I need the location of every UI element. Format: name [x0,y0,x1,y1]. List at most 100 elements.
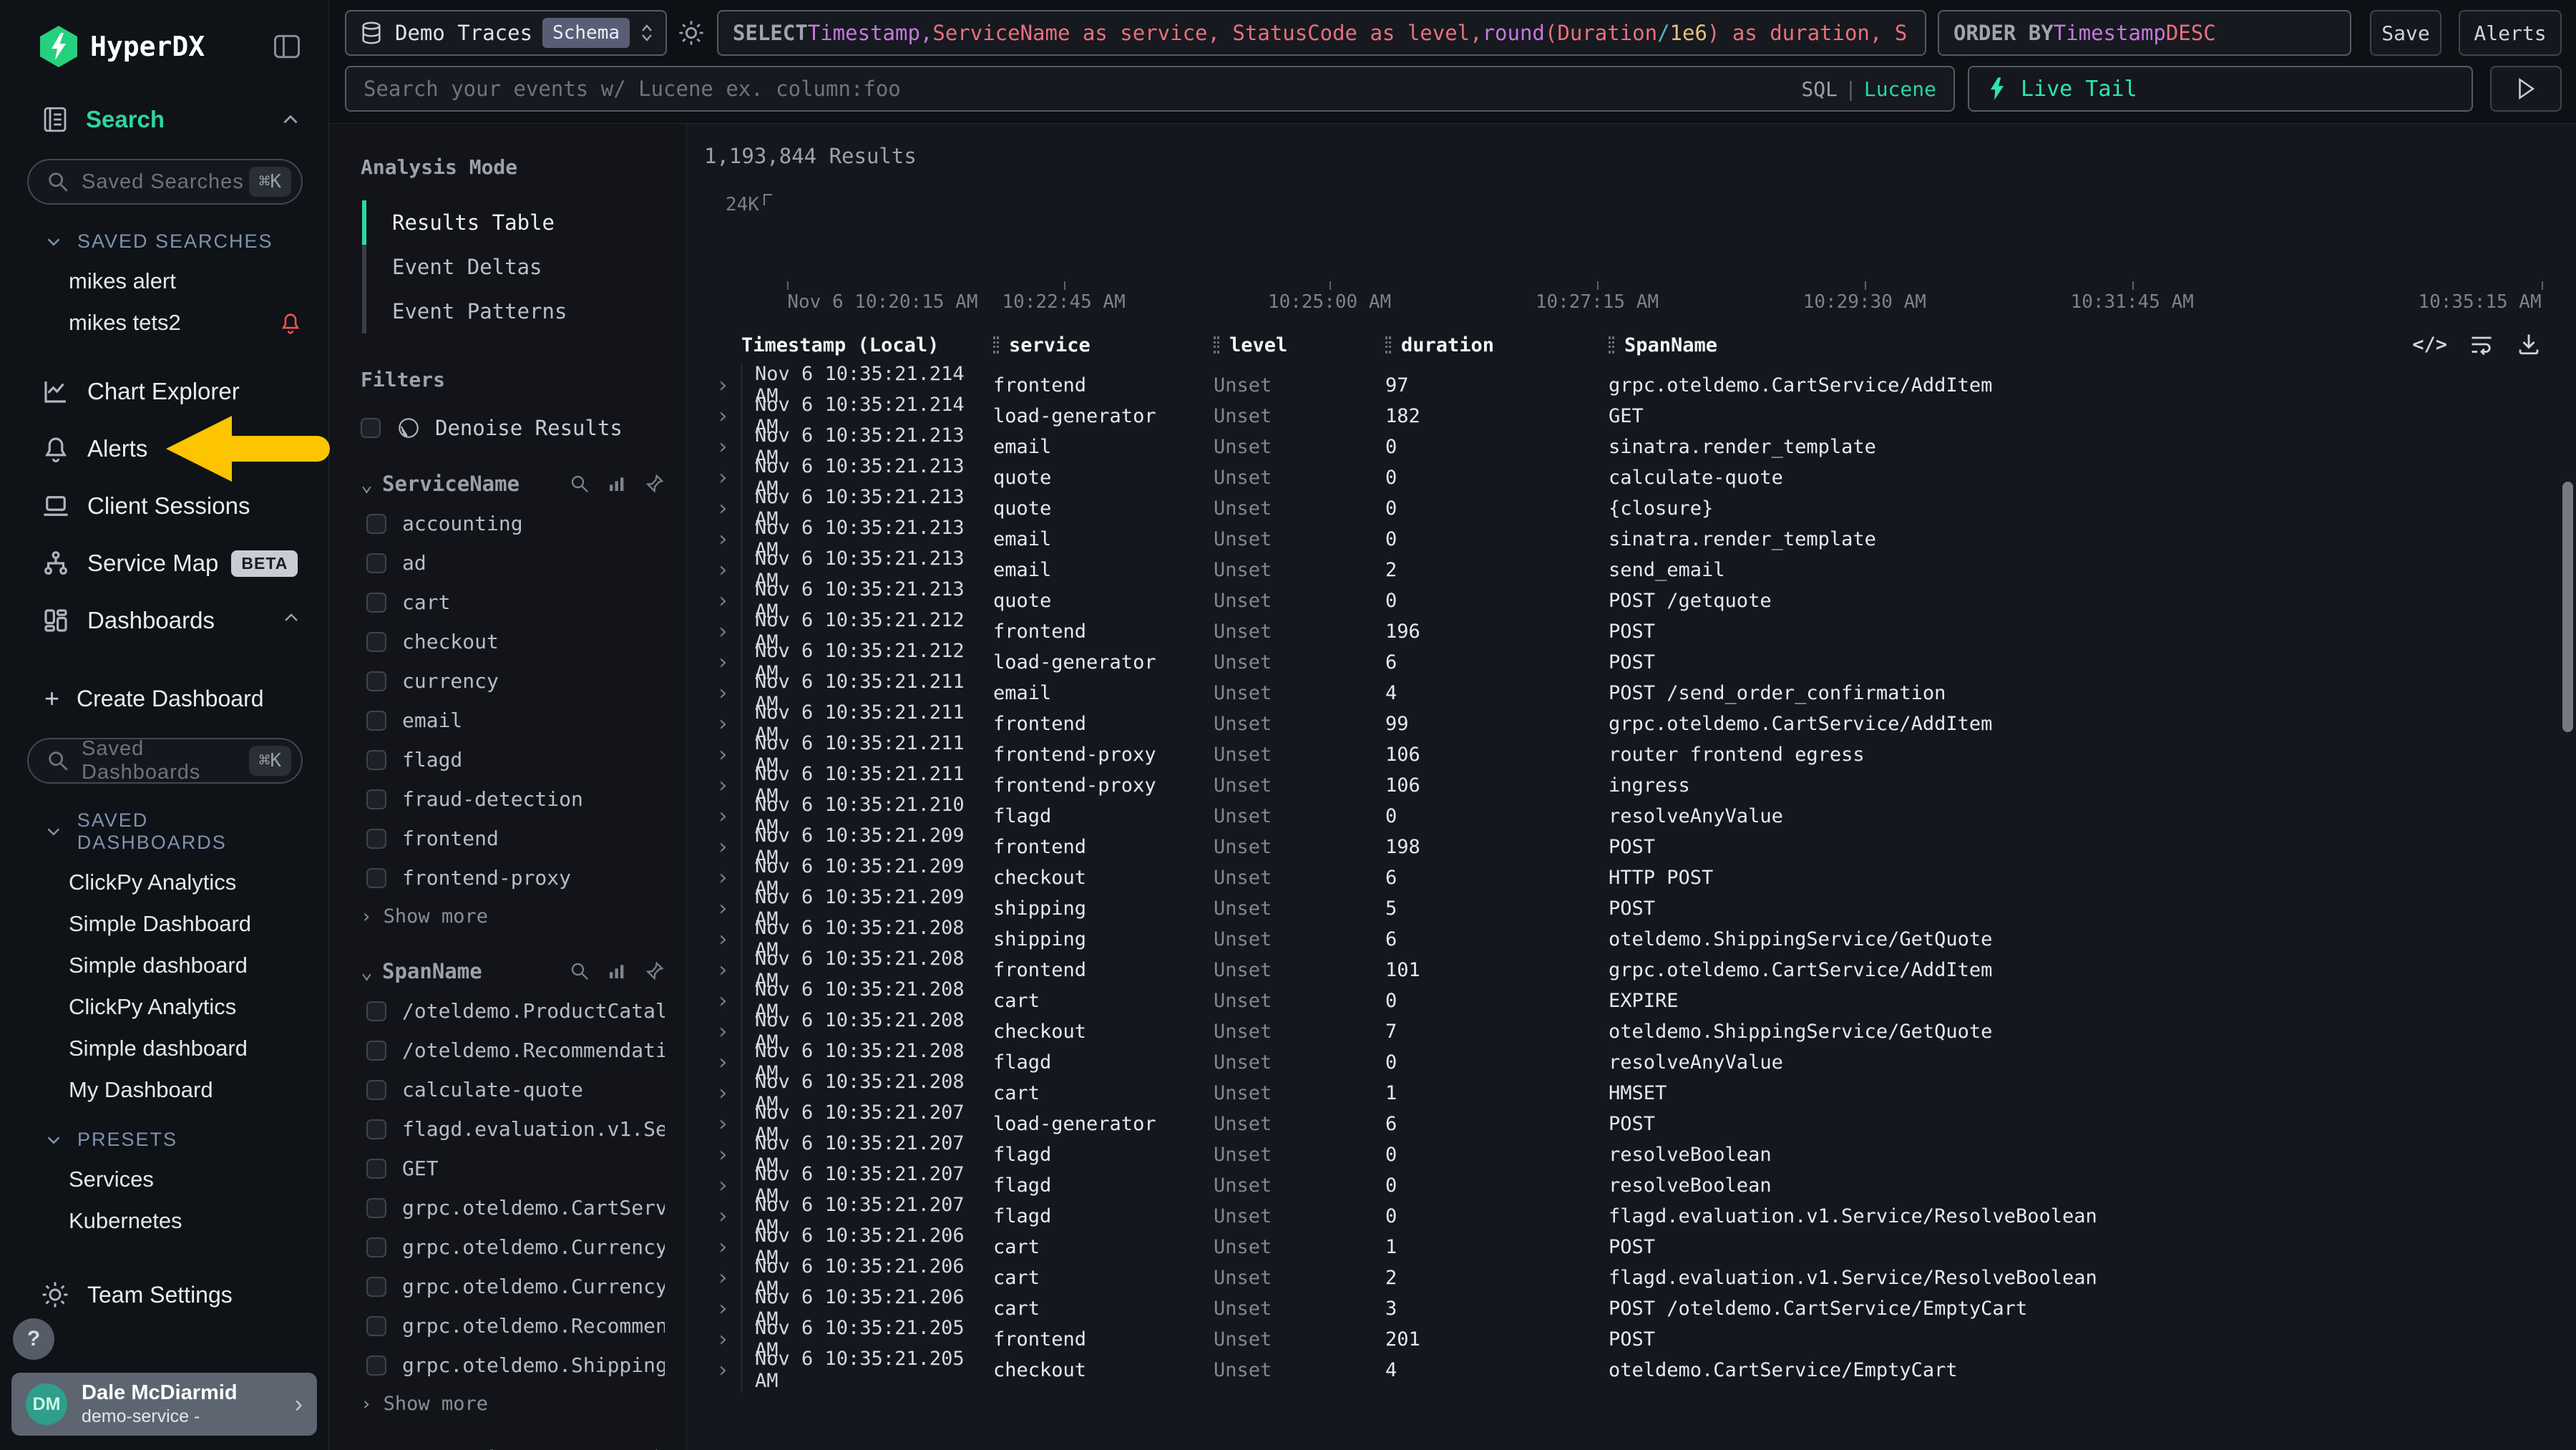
create-dashboard-button[interactable]: + Create Dashboard [44,683,303,714]
live-tail-button[interactable]: Live Tail [1968,66,2473,112]
search-icon[interactable] [569,960,590,982]
analysis-mode-tab[interactable]: Event Patterns [362,289,665,334]
row-expand-chevron-icon[interactable]: › [704,650,741,675]
row-expand-chevron-icon[interactable]: › [704,465,741,490]
help-button[interactable]: ? [13,1318,54,1360]
row-expand-chevron-icon[interactable]: › [704,496,741,521]
row-expand-chevron-icon[interactable]: › [704,1358,741,1383]
saved-search-item[interactable]: mikes tets2 [69,310,303,336]
pin-icon[interactable] [643,473,665,495]
order-by-input[interactable]: ORDER BY Timestamp DESC [1938,10,2351,56]
saved-dashboards-header[interactable]: SAVED DASHBOARDS [43,809,303,854]
checkbox[interactable] [366,1356,386,1376]
row-expand-chevron-icon[interactable]: › [704,1081,741,1106]
row-expand-chevron-icon[interactable]: › [704,1265,741,1290]
row-expand-chevron-icon[interactable]: › [704,1327,741,1352]
row-expand-chevron-icon[interactable]: › [704,1019,741,1044]
table-row[interactable]: ›Nov 6 10:35:21.207 AMload-generatorUnse… [704,1101,2569,1132]
filter-checkbox-item[interactable]: calculate-quote [361,1078,665,1101]
checkbox[interactable] [366,1159,386,1179]
filter-checkbox-item[interactable]: /oteldemo.Recommendatio… [361,1038,665,1062]
table-row[interactable]: ›Nov 6 10:35:21.213 AMemailUnset0sinatra… [704,424,2569,455]
table-row[interactable]: ›Nov 6 10:35:21.209 AMshippingUnset5POST [704,886,2569,917]
saved-dashboard-item[interactable]: Simple dashboard [69,953,303,978]
table-row[interactable]: ›Nov 6 10:35:21.212 AMload-generatorUnse… [704,640,2569,671]
filter-checkbox-item[interactable]: cart [361,590,665,614]
table-row[interactable]: ›Nov 6 10:35:21.206 AMcartUnset3POST /ot… [704,1286,2569,1317]
checkbox[interactable] [366,750,386,770]
saved-search-item[interactable]: mikes alert [69,268,303,294]
filter-checkbox-item[interactable]: frontend [361,827,665,850]
sidebar-item-service-map[interactable]: Service MapBETA [0,540,328,586]
filter-checkbox-item[interactable]: grpc.oteldemo.ShippingS… [361,1353,665,1377]
saved-dashboard-item[interactable]: ClickPy Analytics [69,994,303,1020]
table-row[interactable]: ›Nov 6 10:35:21.208 AMflagdUnset0resolve… [704,1040,2569,1071]
sidebar-item-search[interactable]: Search [0,67,328,135]
table-row[interactable]: ›Nov 6 10:35:21.212 AMfrontendUnset196PO… [704,609,2569,640]
row-expand-chevron-icon[interactable]: › [704,558,741,583]
bar-chart-icon[interactable] [606,960,628,982]
row-expand-chevron-icon[interactable]: › [704,1204,741,1229]
collapse-sidebar-icon[interactable] [271,31,303,62]
filter-checkbox-item[interactable]: frontend-proxy [361,866,665,890]
row-expand-chevron-icon[interactable]: › [704,1173,741,1198]
vertical-scrollbar[interactable] [2562,482,2573,732]
event-search-input[interactable]: Search your events w/ Lucene ex. column:… [345,66,1955,112]
saved-dashboard-item[interactable]: Simple dashboard [69,1036,303,1061]
row-expand-chevron-icon[interactable]: › [704,434,741,459]
checkbox[interactable] [366,671,386,691]
filter-checkbox-item[interactable]: ad [361,551,665,575]
row-expand-chevron-icon[interactable]: › [704,588,741,613]
filter-checkbox-item[interactable]: grpc.oteldemo.CurrencyS… [361,1275,665,1298]
filter-group-statuscode[interactable]: ›StatusCode [361,1446,665,1450]
row-expand-chevron-icon[interactable]: › [704,958,741,983]
table-row[interactable]: ›Nov 6 10:35:21.208 AMcartUnset1HMSET [704,1071,2569,1101]
drag-handle-icon[interactable] [1214,336,1219,354]
sidebar-item-chart-explorer[interactable]: Chart Explorer [0,369,328,414]
sidebar-item-client-sessions[interactable]: Client Sessions [0,483,328,529]
table-row[interactable]: ›Nov 6 10:35:21.205 AMcheckoutUnset4otel… [704,1348,2569,1378]
row-expand-chevron-icon[interactable]: › [704,681,741,706]
column-header-timestamp-local-[interactable]: Timestamp (Local) [741,334,993,356]
table-row[interactable]: ›Nov 6 10:35:21.210 AMflagdUnset0resolve… [704,794,2569,824]
sidebar-item-dashboards[interactable]: Dashboards [0,598,328,643]
table-row[interactable]: ›Nov 6 10:35:21.213 AMquoteUnset0{closur… [704,486,2569,517]
row-expand-chevron-icon[interactable]: › [704,619,741,644]
table-row[interactable]: ›Nov 6 10:35:21.207 AMflagdUnset0resolve… [704,1132,2569,1163]
source-settings-gear-icon[interactable] [677,19,706,47]
table-row[interactable]: ›Nov 6 10:35:21.213 AMquoteUnset0calcula… [704,455,2569,486]
table-row[interactable]: ›Nov 6 10:35:21.205 AMfrontendUnset201PO… [704,1317,2569,1348]
checkbox[interactable] [366,1277,386,1297]
table-row[interactable]: ›Nov 6 10:35:21.208 AMcheckoutUnset7otel… [704,1009,2569,1040]
table-row[interactable]: ›Nov 6 10:35:21.208 AMshippingUnset6otel… [704,917,2569,948]
row-expand-chevron-icon[interactable]: › [704,742,741,767]
filter-checkbox-item[interactable]: grpc.oteldemo.CartServi… [361,1196,665,1220]
saved-searches-input[interactable]: Saved Searches ⌘K [27,159,303,205]
table-row[interactable]: ›Nov 6 10:35:21.213 AMemailUnset2send_em… [704,548,2569,578]
checkbox[interactable] [366,514,386,534]
bar-chart-icon[interactable] [606,473,628,495]
row-expand-chevron-icon[interactable]: › [704,773,741,798]
checkbox[interactable] [366,632,386,652]
table-row[interactable]: ›Nov 6 10:35:21.207 AMflagdUnset0resolve… [704,1163,2569,1194]
events-histogram[interactable]: 24K Nov 6 10:20:15 AM10:22:45 AM10:25:00… [704,174,2550,308]
row-expand-chevron-icon[interactable]: › [704,1235,741,1260]
row-expand-chevron-icon[interactable]: › [704,404,741,429]
run-query-button[interactable] [2490,66,2562,112]
checkbox[interactable] [366,1001,386,1021]
select-clause-input[interactable]: SELECT Timestamp, ServiceName as service… [717,10,1926,56]
checkbox[interactable] [366,553,386,573]
search-icon[interactable] [569,473,590,495]
wrap-text-icon[interactable] [2469,331,2494,357]
row-expand-chevron-icon[interactable]: › [704,835,741,860]
checkbox[interactable] [366,868,386,888]
filter-checkbox-item[interactable]: accounting [361,512,665,535]
table-row[interactable]: ›Nov 6 10:35:21.208 AMcartUnset0EXPIRE [704,978,2569,1009]
histogram-bars[interactable] [779,204,2550,280]
row-expand-chevron-icon[interactable]: › [704,1050,741,1075]
row-expand-chevron-icon[interactable]: › [704,927,741,952]
filter-checkbox-item[interactable]: grpc.oteldemo.CurrencyS… [361,1235,665,1259]
filter-checkbox-item[interactable]: email [361,709,665,732]
analysis-mode-tab[interactable]: Event Deltas [362,245,665,289]
code-view-icon[interactable]: </> [2412,334,2447,356]
